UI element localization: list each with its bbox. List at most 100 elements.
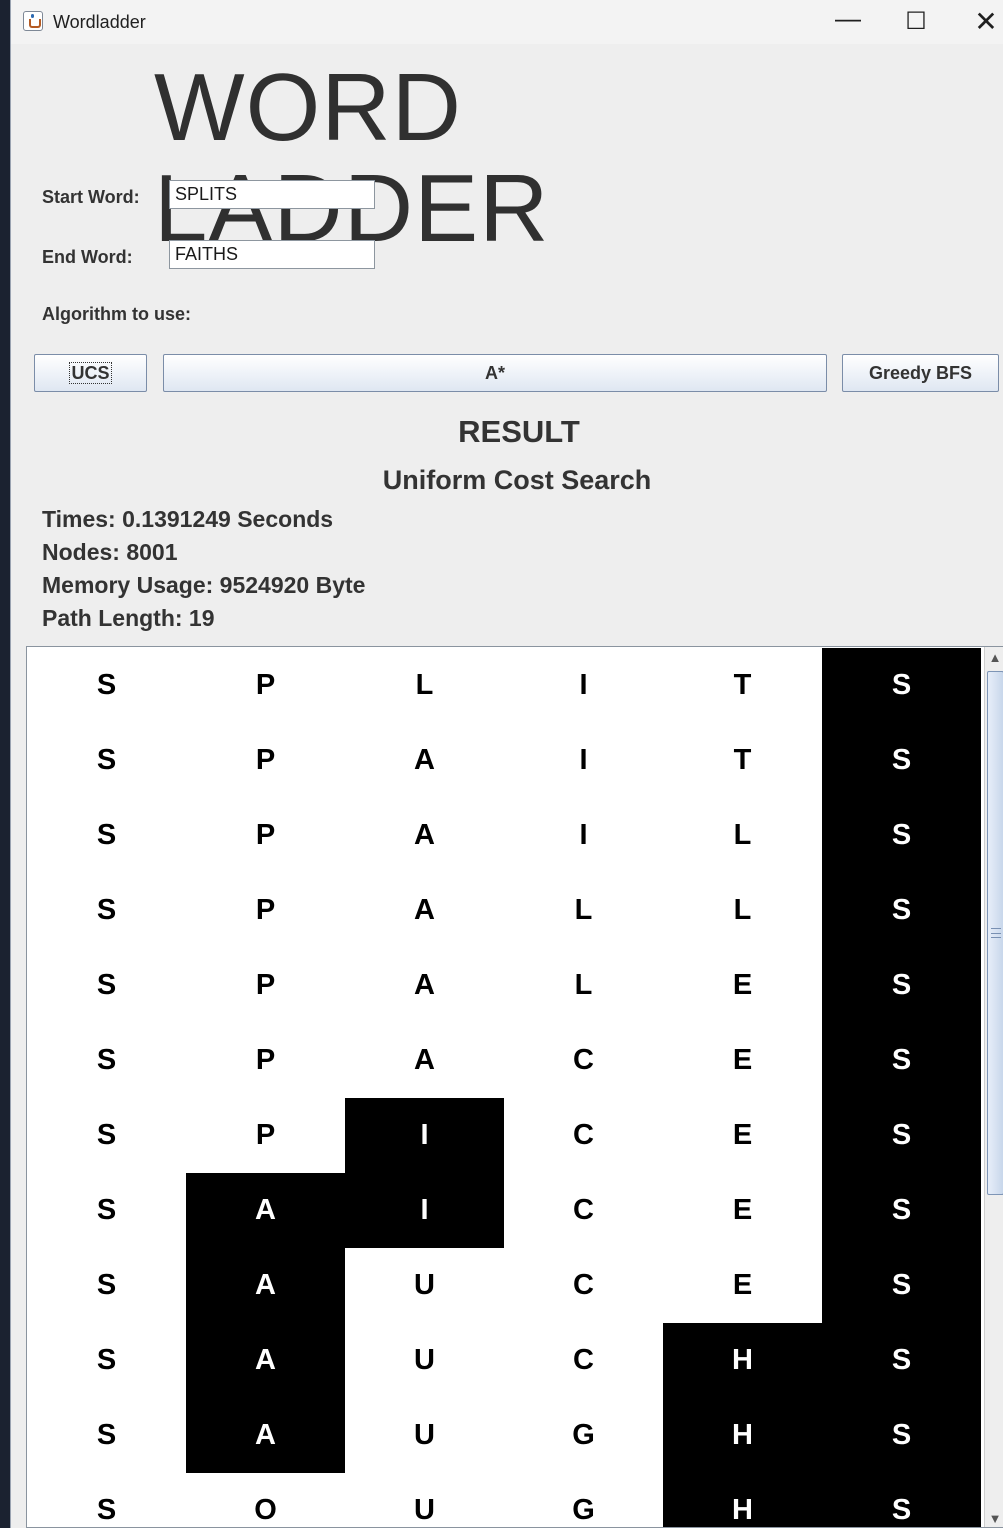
ladder-row: SAUGHS xyxy=(27,1398,982,1473)
ladder-cell: S xyxy=(27,1398,186,1473)
ladder-cell: H xyxy=(663,1473,822,1527)
ladder-cell: T xyxy=(663,723,822,798)
ladder-cell: A xyxy=(186,1248,345,1323)
scroll-up-arrow-icon[interactable]: ▲ xyxy=(985,647,1003,668)
ladder-cell: A xyxy=(345,873,504,948)
ladder-cell: A xyxy=(186,1323,345,1398)
ladder-cell: S xyxy=(27,873,186,948)
ladder-cell: G xyxy=(504,1473,663,1527)
ladder-cell: S xyxy=(822,1173,981,1248)
ladder-cell: I xyxy=(345,1098,504,1173)
ladder-cell: S xyxy=(822,1398,981,1473)
ladder-cell: P xyxy=(186,873,345,948)
ladder-row: SPAILS xyxy=(27,798,982,873)
page-heading: WORD LADDER xyxy=(154,54,548,258)
word-ladder-grid: SPLITSSPAITSSPAILSSPALLSSPALESSPACESSPIC… xyxy=(27,648,982,1527)
vertical-scrollbar[interactable]: ▲ ▼ xyxy=(984,647,1003,1527)
start-word-label: Start Word: xyxy=(42,187,140,207)
ladder-row: SPALES xyxy=(27,948,982,1023)
ladder-cell: S xyxy=(27,1248,186,1323)
end-word-label: End Word: xyxy=(42,247,133,267)
start-word-input[interactable]: SPLITS xyxy=(169,180,375,209)
ladder-cell: A xyxy=(345,1023,504,1098)
algorithm-label: Algorithm to use: xyxy=(42,304,191,324)
ladder-cell: S xyxy=(822,1323,981,1398)
ladder-cell: S xyxy=(27,648,186,723)
ladder-cell: S xyxy=(27,723,186,798)
grip-icon xyxy=(991,928,1001,938)
ladder-cell: S xyxy=(822,1473,981,1527)
ladder-cell: L xyxy=(663,873,822,948)
ladder-cell: S xyxy=(27,1473,186,1527)
ladder-cell: E xyxy=(663,1023,822,1098)
path-length-stat: Path Length: 19 xyxy=(42,605,215,631)
result-title: RESULT xyxy=(458,414,580,449)
end-word-input[interactable]: FAITHS xyxy=(169,240,375,269)
window-title: Wordladder xyxy=(53,12,146,32)
ladder-cell: H xyxy=(663,1323,822,1398)
ladder-cell: U xyxy=(345,1473,504,1527)
ladder-cell: A xyxy=(186,1398,345,1473)
ladder-cell: L xyxy=(504,948,663,1023)
ladder-cell: S xyxy=(27,1098,186,1173)
ladder-row: SOUGHS xyxy=(27,1473,982,1527)
memory-stat: Memory Usage: 9524920 Byte xyxy=(42,572,366,598)
ladder-cell: S xyxy=(27,948,186,1023)
ladder-cell: I xyxy=(504,648,663,723)
java-app-icon xyxy=(23,11,43,31)
ladder-row: SAICES xyxy=(27,1173,982,1248)
ladder-cell: E xyxy=(663,1248,822,1323)
title-bar: Wordladder — ☐ ✕ xyxy=(11,0,1003,44)
ladder-cell: I xyxy=(504,798,663,873)
ladder-cell: S xyxy=(822,648,981,723)
ladder-row: SAUCES xyxy=(27,1248,982,1323)
ladder-cell: S xyxy=(822,723,981,798)
ladder-cell: S xyxy=(27,1323,186,1398)
ladder-cell: P xyxy=(186,648,345,723)
ladder-row: SPALLS xyxy=(27,873,982,948)
minimize-button[interactable]: — xyxy=(831,5,865,36)
ladder-cell: L xyxy=(504,873,663,948)
ladder-cell: T xyxy=(663,648,822,723)
ladder-cell: S xyxy=(27,1023,186,1098)
ladder-scroll-pane[interactable]: SPLITSSPAITSSPAILSSPALLSSPALESSPACESSPIC… xyxy=(26,646,1003,1528)
ladder-cell: P xyxy=(186,1023,345,1098)
app-window: Wordladder — ☐ ✕ WORD LADDER Start Word:… xyxy=(10,0,1003,1528)
ladder-cell: I xyxy=(345,1173,504,1248)
ladder-row: SPACES xyxy=(27,1023,982,1098)
ladder-cell: H xyxy=(663,1398,822,1473)
maximize-button[interactable]: ☐ xyxy=(899,8,933,36)
astar-button[interactable]: A* xyxy=(163,354,827,392)
ladder-cell: A xyxy=(345,723,504,798)
ladder-cell: A xyxy=(345,798,504,873)
ladder-cell: S xyxy=(822,1023,981,1098)
ladder-cell: U xyxy=(345,1398,504,1473)
ladder-cell: S xyxy=(27,798,186,873)
ladder-row: SAUCHS xyxy=(27,1323,982,1398)
ladder-cell: S xyxy=(822,873,981,948)
ladder-cell: L xyxy=(663,798,822,873)
ladder-cell: C xyxy=(504,1323,663,1398)
ladder-cell: U xyxy=(345,1323,504,1398)
scroll-down-arrow-icon[interactable]: ▼ xyxy=(985,1508,1003,1527)
ladder-cell: S xyxy=(822,798,981,873)
nodes-stat: Nodes: 8001 xyxy=(42,539,178,565)
ladder-cell: P xyxy=(186,1098,345,1173)
close-button[interactable]: ✕ xyxy=(969,8,1003,36)
ladder-cell: C xyxy=(504,1098,663,1173)
ladder-cell: L xyxy=(345,648,504,723)
ladder-cell: I xyxy=(504,723,663,798)
ladder-row: SPICES xyxy=(27,1098,982,1173)
ucs-button[interactable]: UCS xyxy=(34,354,147,392)
ladder-cell: C xyxy=(504,1023,663,1098)
greedy-bfs-button[interactable]: Greedy BFS xyxy=(842,354,999,392)
ladder-cell: S xyxy=(822,948,981,1023)
ladder-cell: P xyxy=(186,723,345,798)
ladder-cell: U xyxy=(345,1248,504,1323)
ucs-button-label: UCS xyxy=(69,362,112,384)
ladder-row: SPAITS xyxy=(27,723,982,798)
ladder-cell: A xyxy=(186,1173,345,1248)
ladder-cell: O xyxy=(186,1473,345,1527)
scrollbar-thumb[interactable] xyxy=(987,671,1003,1195)
time-stat: Times: 0.1391249 Seconds xyxy=(42,506,334,532)
